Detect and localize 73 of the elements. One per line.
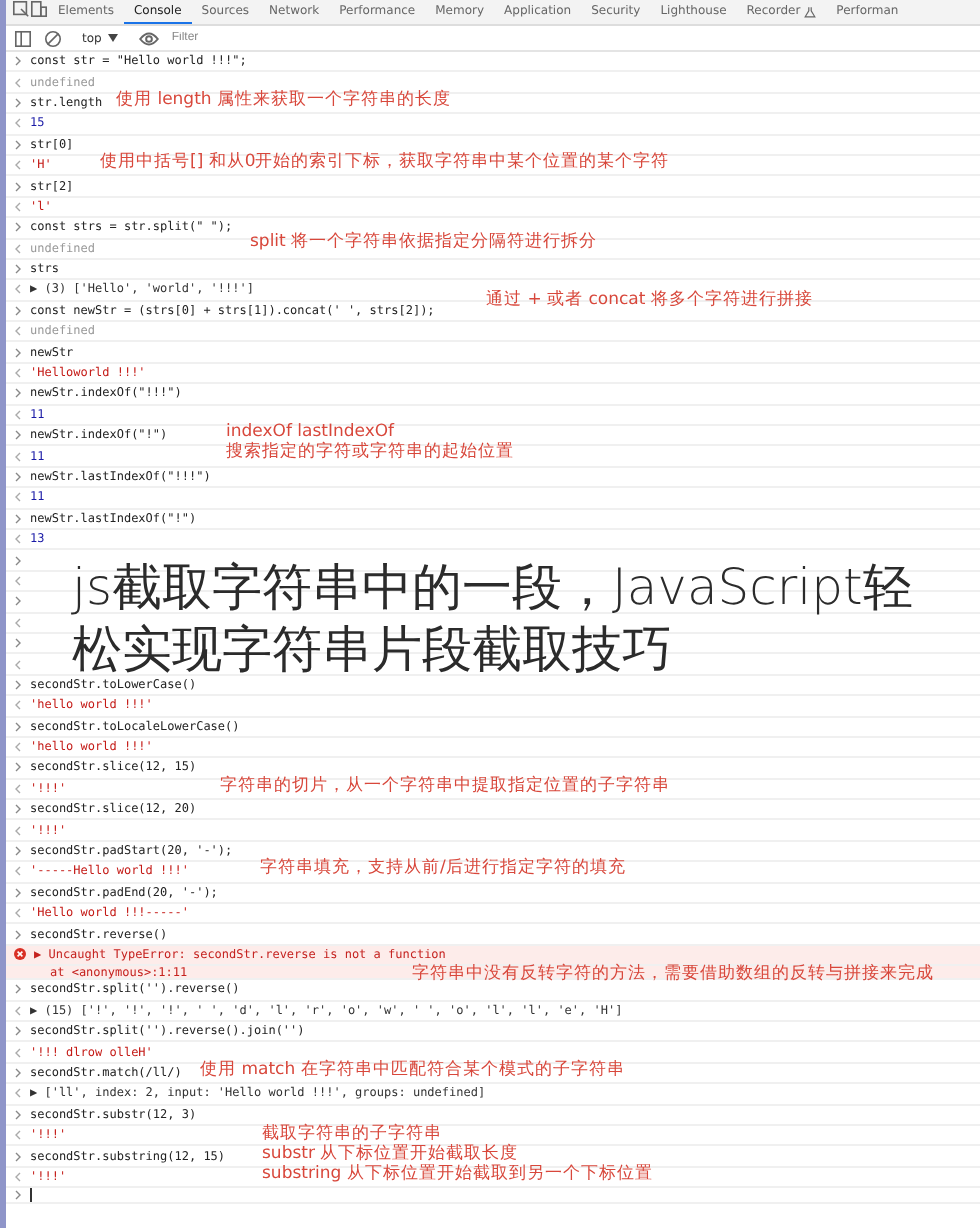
prompt-icon	[14, 347, 22, 358]
result-icon	[14, 409, 22, 420]
article-title: js截取字符串中的一段，JavaScript轻松实现字符串片段截取技巧	[72, 556, 915, 679]
result-icon	[14, 201, 22, 212]
result-icon	[14, 77, 22, 88]
annotation-text: 字符串填充，支持从前/后进行指定字符的填充	[260, 858, 626, 879]
result-icon	[14, 326, 22, 337]
prompt-icon	[14, 596, 22, 607]
prompt-icon	[14, 97, 22, 108]
prompt-icon	[14, 721, 22, 732]
result-icon	[14, 575, 22, 586]
prompt-icon	[14, 1067, 22, 1078]
prompt-icon	[14, 846, 22, 857]
result-icon	[14, 1047, 22, 1058]
prompt-icon	[14, 513, 22, 524]
prompt-icon	[14, 679, 22, 690]
prompt-icon	[14, 638, 22, 649]
annotation-text: 通过 + 或者 concat 将多个字符进行拼接	[486, 289, 813, 310]
sidebar-icon[interactable]	[14, 29, 32, 47]
annotation-text: 字符串中没有反转字符的方法，需要借助数组的反转与拼接来完成	[412, 964, 934, 985]
result-icon	[14, 742, 22, 753]
result-icon	[14, 160, 22, 171]
prompt-icon	[14, 139, 22, 150]
prompt-icon	[14, 1026, 22, 1037]
result-icon	[14, 1171, 22, 1182]
prompt-icon	[14, 984, 22, 995]
text-cursor[interactable]	[30, 1188, 32, 1203]
result-icon	[14, 700, 22, 711]
prompt-icon	[14, 388, 22, 399]
device-icon[interactable]	[30, 0, 48, 18]
prompt-icon	[14, 181, 22, 192]
prompt-icon	[14, 305, 22, 316]
prompt-icon	[14, 887, 22, 898]
prompt-icon	[14, 222, 22, 233]
prompt-icon	[14, 1190, 22, 1201]
result-icon	[14, 451, 22, 462]
result-icon	[14, 534, 22, 545]
result-icon	[14, 1088, 22, 1099]
annotation-text: split 将一个字符串依据指定分隔符进行拆分	[250, 231, 598, 252]
result-icon	[14, 1005, 22, 1016]
eye-icon[interactable]	[137, 27, 160, 49]
prompt-icon	[14, 804, 22, 815]
annotation-text: 使用 match 在字符串中匹配符合某个模式的子字符串	[200, 1059, 625, 1080]
error-icon	[14, 948, 26, 961]
annotation-text: 字符串的切片，从一个字符串中提取指定位置的子字符串	[220, 775, 670, 796]
caret-icon	[107, 34, 118, 42]
result-icon	[14, 783, 22, 794]
annotation-text: 使用中括号[] 和从0开始的索引下标，获取字符串中某个位置的某个字符	[100, 151, 670, 172]
annotation-text: 截取字符串的子字符串 substr 从下标位置开始截取长度 substring 从下标位置开始截取到另一个下标位置	[262, 1123, 653, 1184]
prompt-icon	[14, 1151, 22, 1161]
result-icon	[14, 617, 22, 628]
result-icon	[14, 284, 22, 295]
result-icon	[14, 243, 22, 254]
prompt-icon	[14, 472, 22, 482]
result-icon	[14, 118, 22, 129]
prompt-icon	[14, 555, 22, 566]
inspect-icon[interactable]	[12, 0, 30, 18]
prompt-icon	[14, 929, 22, 940]
prompt-icon	[14, 1109, 22, 1120]
prompt-icon	[14, 430, 22, 441]
result-icon	[14, 368, 22, 379]
annotation-text: indexOf lastIndexOf 搜索指定的字符或字符串的起始位置	[226, 422, 514, 463]
annotation-text: 使用 length 属性来获取一个字符串的长度	[116, 89, 451, 110]
result-icon	[14, 1130, 22, 1141]
prompt-icon	[14, 56, 22, 67]
prompt-icon	[14, 762, 22, 773]
result-icon	[14, 825, 22, 836]
prompt-icon	[14, 264, 22, 275]
result-icon	[14, 866, 22, 877]
clear-icon[interactable]	[44, 29, 62, 47]
result-icon	[14, 908, 22, 919]
result-icon	[14, 492, 22, 503]
result-icon	[14, 659, 22, 670]
